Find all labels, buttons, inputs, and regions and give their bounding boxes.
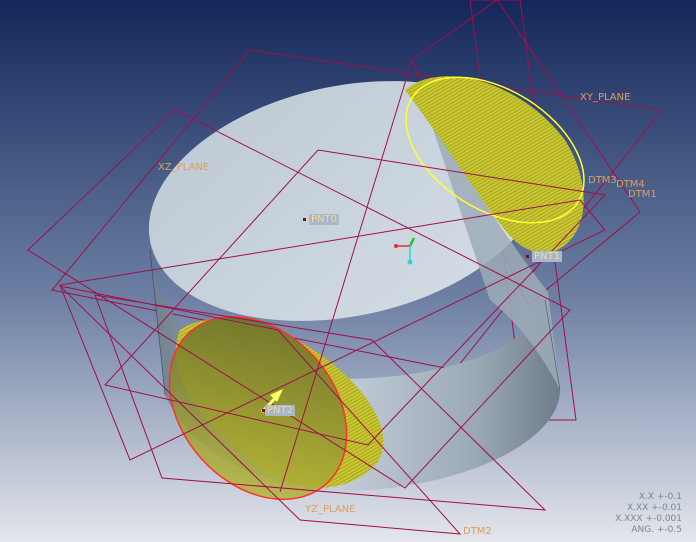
label-pnt1[interactable]: PNT1 (532, 251, 562, 262)
label-yz-plane[interactable]: YZ_PLANE (305, 504, 355, 515)
label-dtm3[interactable]: DTM3 (588, 175, 617, 186)
model-viewport[interactable]: XY_PLANE XZ_PLANE YZ_PLANE DTM1 DTM2 DTM… (0, 0, 696, 542)
label-dtm1[interactable]: DTM1 (628, 189, 657, 200)
tolerance-angle: ANG. +-0.5 (631, 525, 682, 535)
label-xz-plane[interactable]: XZ_PLANE (158, 162, 209, 173)
label-xy-plane[interactable]: XY_PLANE (580, 92, 630, 103)
label-dtm4[interactable]: DTM4 (616, 179, 645, 190)
datum-point-pnt1-marker[interactable] (526, 255, 529, 258)
datum-point-pnt0-marker[interactable] (303, 218, 306, 221)
tolerance-x-xx: X.XX +-0.01 (626, 503, 682, 513)
label-pnt2[interactable]: PNT2 (265, 405, 295, 416)
tolerance-x-x: X.X +-0.1 (638, 492, 682, 502)
model-scene[interactable] (0, 0, 696, 542)
label-dtm2[interactable]: DTM2 (463, 526, 492, 537)
tolerance-x-xxx: X.XXX +-0.001 (615, 514, 682, 524)
label-pnt0[interactable]: PNT0 (309, 214, 339, 225)
tolerance-table: X.X +-0.1 X.XX +-0.01 X.XXX +-0.001 ANG.… (615, 492, 682, 536)
